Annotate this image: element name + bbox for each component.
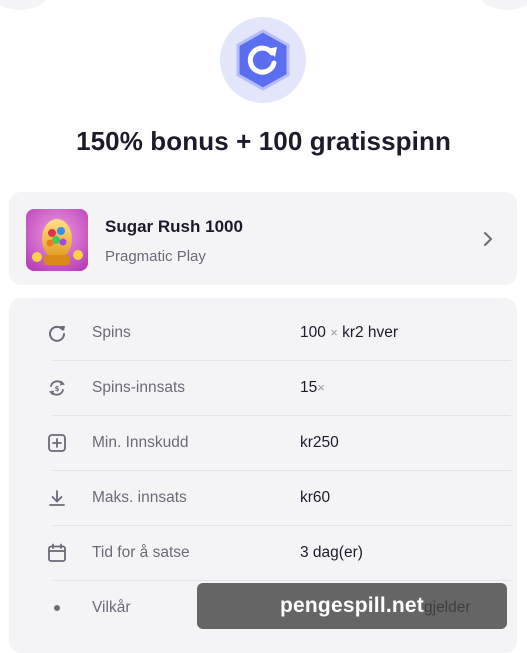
detail-value: kr60 — [300, 489, 331, 506]
detail-row-wager: $ Spins-innsats 15× — [39, 361, 511, 415]
detail-value: 3 dag(er) — [300, 544, 363, 561]
game-name: Sugar Rush 1000 — [105, 217, 243, 236]
chevron-right-icon — [484, 232, 492, 246]
wager-cycle-icon: $ — [46, 377, 68, 399]
game-thumbnail — [26, 209, 88, 271]
detail-row-max-bet: Maks. innsats kr60 — [39, 471, 511, 525]
detail-row-time-limit: Tid for å satse 3 dag(er) — [39, 526, 511, 580]
detail-row-spins: Spins 100 × kr2 hver — [39, 306, 511, 360]
detail-label: Vilkår — [92, 599, 131, 616]
plus-square-icon — [46, 432, 68, 454]
casino-logo — [220, 17, 306, 103]
decorative-corner — [477, 0, 527, 10]
detail-value: kr250 — [300, 434, 339, 451]
calendar-icon — [46, 542, 68, 564]
detail-label: Maks. innsats — [92, 489, 187, 506]
detail-value: 15× — [300, 379, 325, 396]
refresh-hex-icon — [236, 29, 290, 91]
refresh-icon — [46, 322, 68, 344]
svg-text:$: $ — [55, 385, 60, 393]
download-arrow-icon — [46, 487, 68, 509]
watermark-text: pengespill.net — [280, 594, 424, 617]
decorative-corner — [0, 0, 50, 10]
detail-label: Spins-innsats — [92, 379, 186, 396]
dot-icon — [46, 597, 68, 619]
detail-row-min-deposit: Min. Innskudd kr250 — [39, 416, 511, 470]
site-watermark: pengespill.net — [197, 583, 507, 629]
offer-title: 150% bonus + 100 gratisspinn — [76, 126, 451, 156]
detail-label: Min. Innskudd — [92, 434, 189, 451]
game-provider: Pragmatic Play — [105, 248, 206, 265]
detail-label: Tid for å satse — [92, 544, 190, 561]
detail-value: 100 × kr2 hver — [300, 324, 399, 341]
game-card[interactable]: Sugar Rush 1000 Pragmatic Play — [9, 192, 517, 285]
detail-label: Spins — [92, 324, 131, 341]
